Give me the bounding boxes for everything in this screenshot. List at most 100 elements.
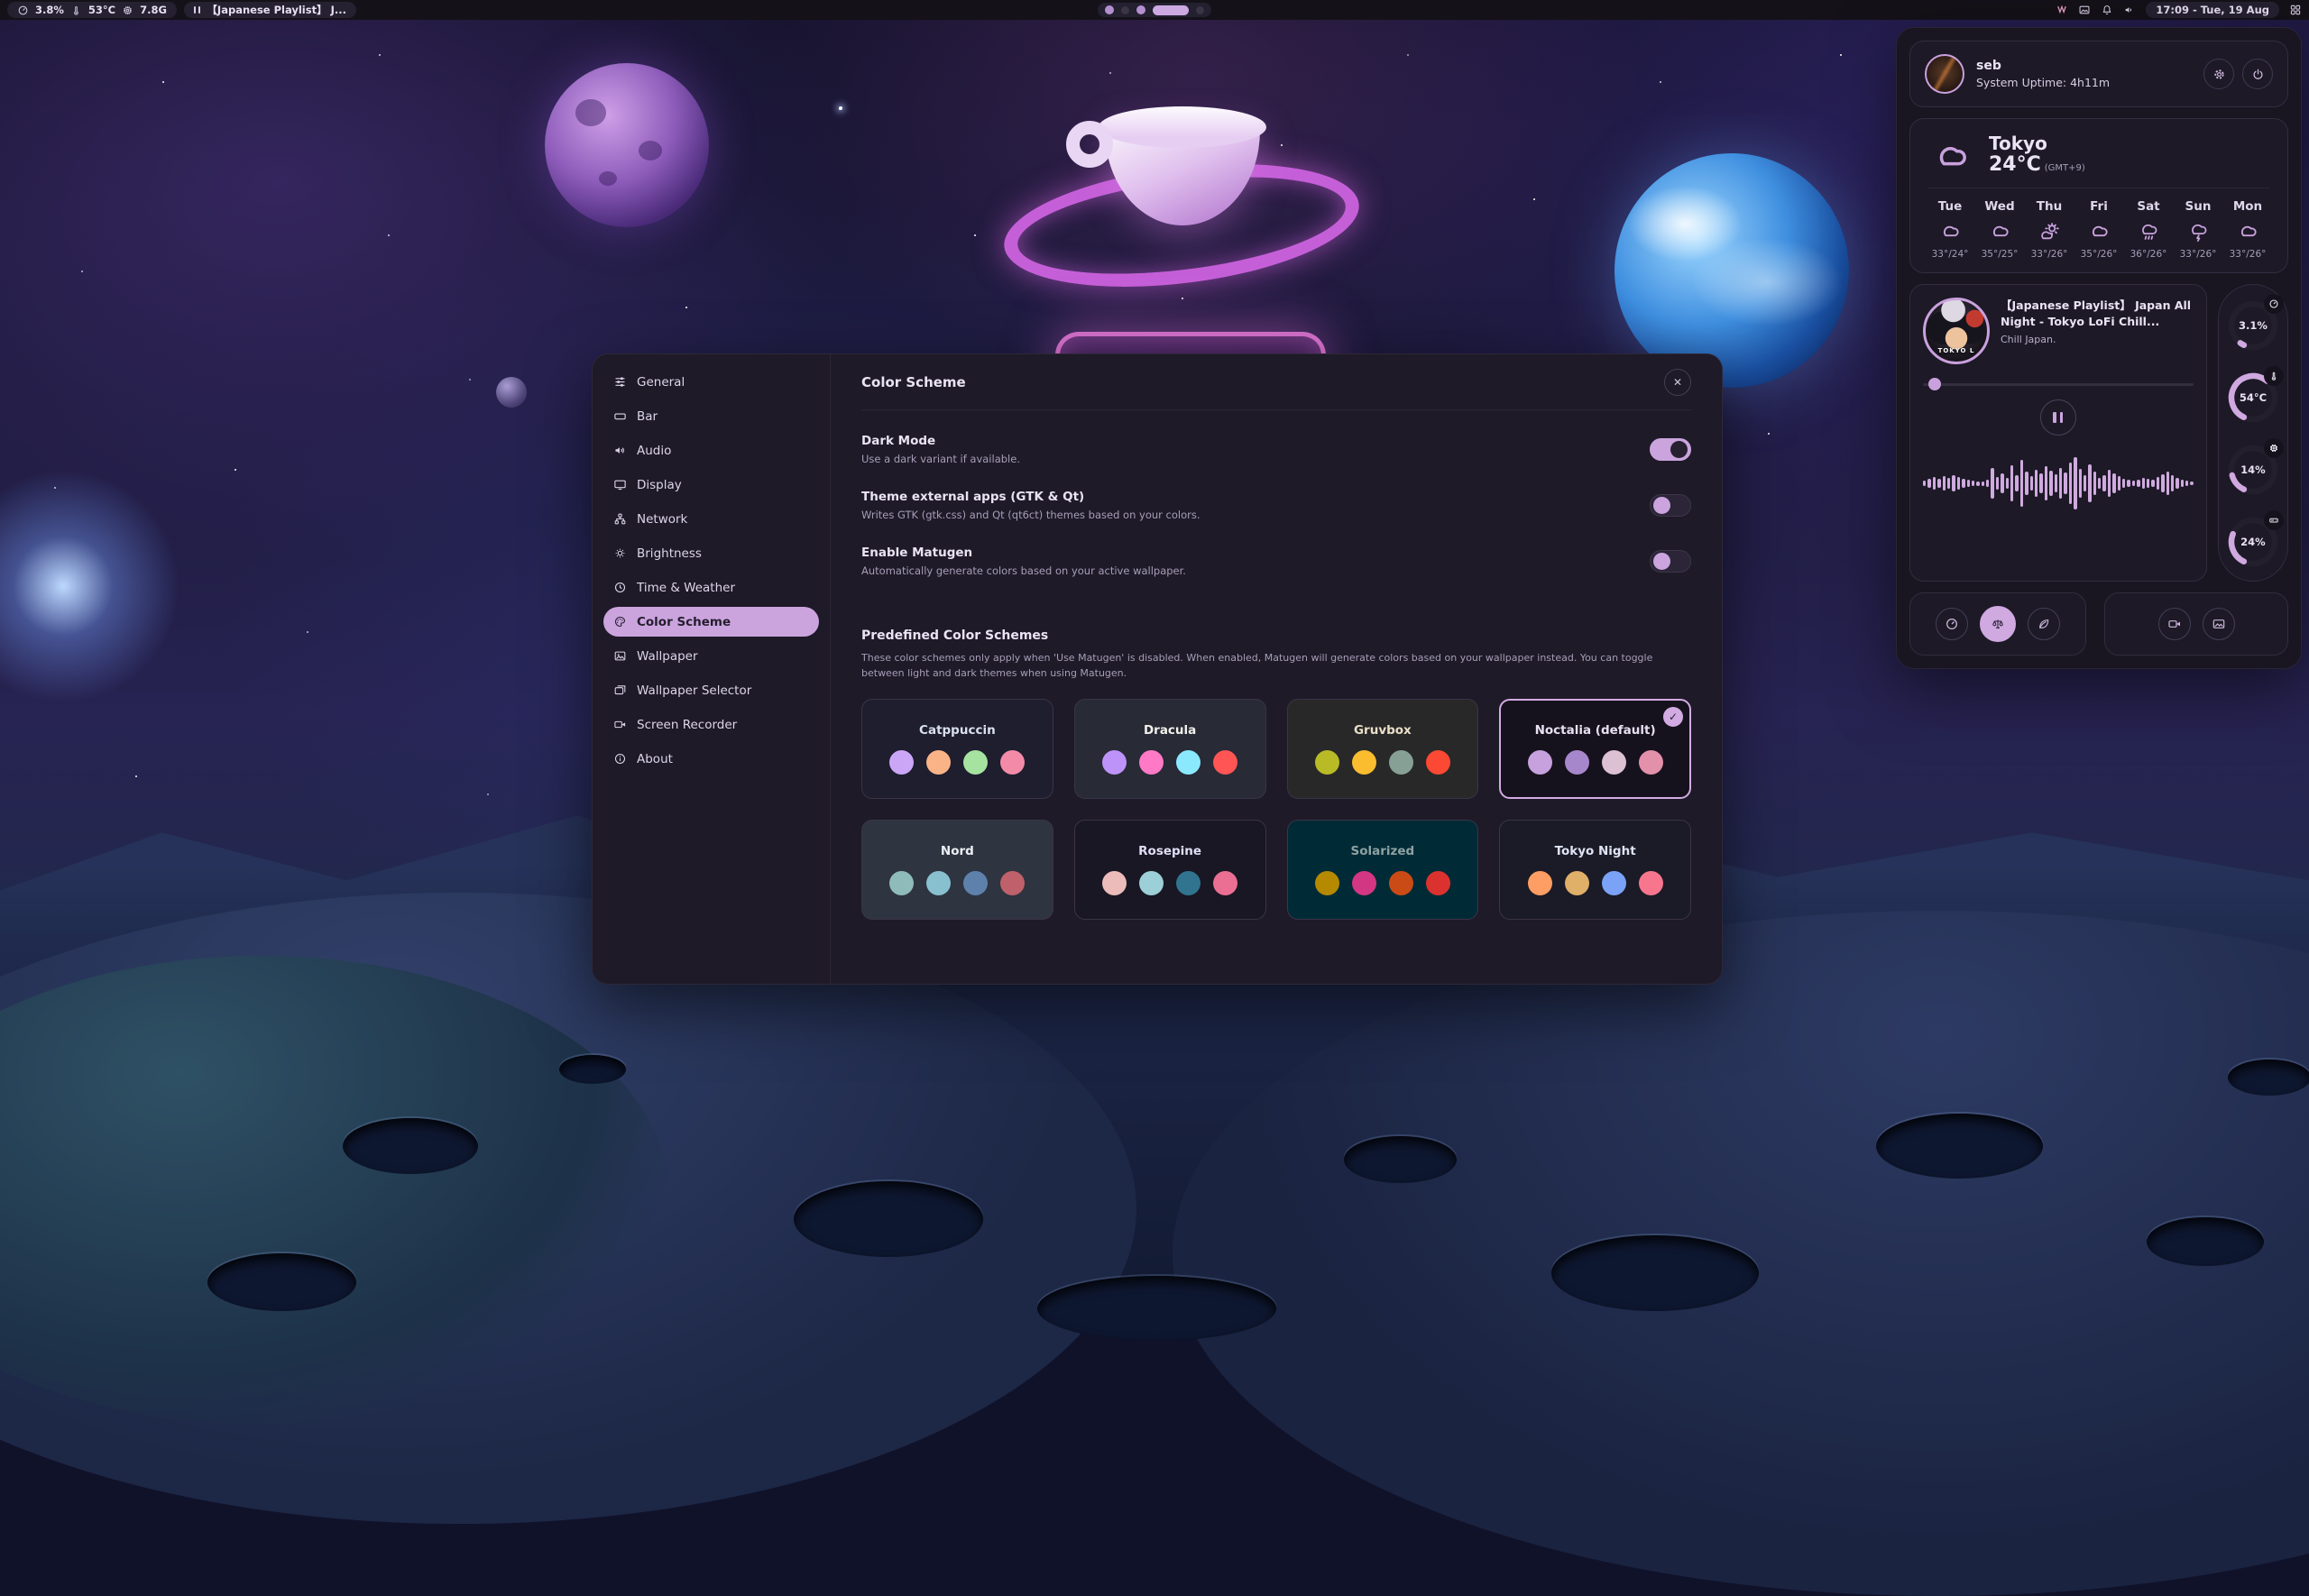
workspace-occupied[interactable] <box>1136 5 1145 14</box>
scheme-name: Rosepine <box>1138 844 1201 858</box>
scheme-name: Noctalia (default) <box>1535 723 1656 738</box>
pause-button[interactable] <box>2040 399 2076 436</box>
speedometer-icon <box>17 5 29 16</box>
cpu-temp: 53°C <box>88 4 115 16</box>
performance-profile-button[interactable] <box>1936 608 1968 640</box>
setting-row-theme-external: Theme external apps (GTK & Qt) Writes GT… <box>861 490 1691 521</box>
images-icon <box>613 683 627 697</box>
swatches <box>889 750 1025 775</box>
clock-pill[interactable]: 17:09 - Tue, 19 Aug <box>2146 2 2279 18</box>
scheme-card-nord[interactable]: Nord <box>861 820 1053 920</box>
sidebar-item-general[interactable]: General <box>603 367 819 397</box>
sidebar-label: Wallpaper Selector <box>637 683 751 698</box>
sidebar-item-time-weather[interactable]: Time & Weather <box>603 573 819 602</box>
sidebar-item-audio[interactable]: Audio <box>603 436 819 465</box>
sidebar-item-bar[interactable]: Bar <box>603 401 819 431</box>
sidebar-item-network[interactable]: Network <box>603 504 819 534</box>
sidebar-label: Audio <box>637 444 671 458</box>
scheme-name: Dracula <box>1144 723 1196 738</box>
sidebar-label: Wallpaper <box>637 649 698 664</box>
color-swatch <box>1102 750 1127 775</box>
seek-knob[interactable] <box>1928 378 1941 390</box>
crater <box>559 1055 626 1084</box>
dark-mode-toggle[interactable] <box>1650 438 1691 461</box>
color-scheme-grid: Catppuccin Dracula Gruvbox <box>861 699 1691 920</box>
day-label: Fri <box>2090 199 2108 214</box>
top-bar: 3.8% 53°C 7.8G 【Japanese Playlist】 J... … <box>0 0 2309 20</box>
sidebar-item-about[interactable]: About <box>603 744 819 774</box>
eco-profile-button[interactable] <box>2028 608 2060 640</box>
rain-cloud-icon <box>2138 220 2160 243</box>
power-button[interactable] <box>2242 59 2273 89</box>
color-swatch <box>1102 871 1127 895</box>
bell-icon[interactable] <box>2101 4 2113 16</box>
workspace-empty[interactable] <box>1121 6 1129 14</box>
monitor-icon <box>613 478 627 491</box>
forecast-day: Mon 33°/26° <box>2226 199 2269 260</box>
crater <box>343 1118 478 1174</box>
day-temps: 33°/24° <box>1932 249 1969 260</box>
weather-city: Tokyo <box>1989 133 2085 153</box>
sidebar-label: Bar <box>637 409 658 424</box>
scheme-card-noctalia[interactable]: ✓ Noctalia (default) <box>1499 699 1691 799</box>
workspace-occupied[interactable] <box>1105 5 1114 14</box>
workspace-focused[interactable] <box>1153 5 1189 15</box>
bright-star <box>839 106 842 110</box>
workspace-empty[interactable] <box>1196 6 1204 14</box>
volume-icon[interactable] <box>2123 4 2136 16</box>
matugen-toggle[interactable] <box>1650 550 1691 573</box>
scheme-card-solarized[interactable]: Solarized <box>1287 820 1479 920</box>
tune-icon <box>613 375 627 389</box>
sidebar-item-wallpaper[interactable]: Wallpaper <box>603 641 819 671</box>
scheme-card-catppuccin[interactable]: Catppuccin <box>861 699 1053 799</box>
color-swatch <box>1565 871 1589 895</box>
scheme-card-gruvbox[interactable]: Gruvbox <box>1287 699 1479 799</box>
scheme-name: Catppuccin <box>919 723 996 738</box>
day-temps: 33°/26° <box>2180 249 2217 260</box>
color-swatch <box>1000 750 1025 775</box>
sidebar-item-screen-recorder[interactable]: Screen Recorder <box>603 710 819 739</box>
color-swatch <box>963 871 988 895</box>
color-swatch <box>1315 750 1339 775</box>
sidebar-item-brightness[interactable]: Brightness <box>603 538 819 568</box>
color-swatch <box>963 750 988 775</box>
seek-slider[interactable] <box>1923 378 2194 390</box>
color-swatch <box>1139 871 1164 895</box>
album-art: TOKYO L <box>1923 298 1990 364</box>
swatches <box>1102 871 1237 895</box>
track-title: 【Japanese Playlist】 Japan All Night - To… <box>2001 298 2194 329</box>
tray-wallpaper-icon[interactable] <box>2078 4 2091 16</box>
sidebar-label: Screen Recorder <box>637 718 737 732</box>
day-temps: 36°/26° <box>2130 249 2167 260</box>
day-label: Sat <box>2137 199 2159 214</box>
system-stats-pill[interactable]: 3.8% 53°C 7.8G <box>7 2 177 18</box>
scheme-card-tokyo-night[interactable]: Tokyo Night <box>1499 820 1691 920</box>
close-button[interactable]: ✕ <box>1664 369 1691 396</box>
check-icon: ✓ <box>1669 711 1678 723</box>
screen-record-button[interactable] <box>2158 608 2191 640</box>
selected-check-badge: ✓ <box>1663 707 1683 727</box>
forecast-day: Sat 36°/26° <box>2127 199 2170 260</box>
settings-button[interactable] <box>2203 59 2234 89</box>
media-pill[interactable]: 【Japanese Playlist】 J... <box>184 2 356 18</box>
setting-description: Writes GTK (gtk.css) and Qt (qt6ct) them… <box>861 509 1200 521</box>
color-swatch <box>926 750 951 775</box>
scheme-card-rosepine[interactable]: Rosepine <box>1074 820 1266 920</box>
track-artist: Chill Japan. <box>2001 334 2194 345</box>
tray-app-icon[interactable] <box>2056 4 2068 16</box>
sidebar-item-wallpaper-selector[interactable]: Wallpaper Selector <box>603 675 819 705</box>
app-launcher-icon[interactable] <box>2289 4 2302 16</box>
sidebar-item-display[interactable]: Display <box>603 470 819 500</box>
wallpaper-button[interactable] <box>2203 608 2235 640</box>
scheme-card-dracula[interactable]: Dracula <box>1074 699 1266 799</box>
theme-external-toggle[interactable] <box>1650 494 1691 517</box>
day-temps: 35°/26° <box>2081 249 2118 260</box>
color-swatch <box>1389 750 1413 775</box>
balanced-profile-button[interactable] <box>1980 606 2016 642</box>
system-gauges-card: 3.1% 54°C 14% 24% <box>2218 284 2288 582</box>
control-panel: seb System Uptime: 4h11m Tokyo 24°C(GMT+… <box>1896 27 2302 669</box>
sidebar-item-color-scheme[interactable]: Color Scheme <box>603 607 819 637</box>
crater <box>1037 1276 1276 1341</box>
crater <box>1344 1136 1457 1183</box>
color-swatch <box>1213 750 1237 775</box>
